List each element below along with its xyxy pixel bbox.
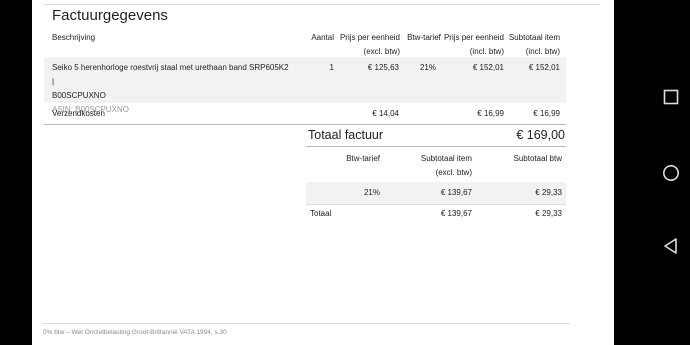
total-divider bbox=[306, 146, 566, 147]
vat-summary-divider bbox=[306, 204, 566, 205]
home-circle-icon[interactable] bbox=[662, 164, 680, 182]
vat-summary-header-rate: Btw-tarief bbox=[346, 154, 380, 163]
vat-summary-header-subtotal-excl: Subtotaal item (excl. btw) bbox=[420, 154, 472, 177]
vat-summary-total-excl: € 139,67 bbox=[440, 209, 472, 218]
item-quantity: 1 bbox=[329, 63, 334, 72]
top-divider bbox=[44, 4, 600, 5]
vat-summary-header-subtotal-vat: Subtotaal btw bbox=[513, 154, 562, 163]
invoice-total-value: € 169,00 bbox=[516, 128, 565, 142]
invoice-total-label: Totaal factuur bbox=[308, 128, 384, 142]
shipping-unit-price-incl: € 16,99 bbox=[477, 109, 504, 118]
header-unit-price-excl: Prijs per eenheid (excl. btw) bbox=[339, 33, 400, 56]
table-bottom-divider bbox=[44, 124, 566, 125]
vat-summary-subtotal-vat: € 29,33 bbox=[535, 188, 562, 197]
recents-square-icon[interactable] bbox=[663, 89, 679, 105]
back-triangle-icon[interactable] bbox=[662, 237, 680, 255]
shipping-unit-price-excl: € 14,04 bbox=[372, 109, 399, 118]
item-unit-price-excl: € 125,63 bbox=[367, 63, 399, 72]
header-vat-rate: Btw-tarief bbox=[407, 33, 441, 42]
vat-summary-total-label: Totaal bbox=[310, 209, 332, 218]
header-description: Beschrijving bbox=[52, 33, 96, 42]
android-navigation-bar bbox=[614, 0, 690, 345]
vat-summary-total-vat: € 29,33 bbox=[535, 209, 562, 218]
shipping-subtotal: € 16,99 bbox=[533, 109, 560, 118]
item-unit-price-incl: € 152,01 bbox=[472, 63, 504, 72]
footer-note: 0% btw – Wet Omzetbelasting Groot-Britta… bbox=[43, 329, 227, 336]
section-title: Factuurgegevens bbox=[52, 7, 168, 24]
shipping-label: Verzendkosten bbox=[52, 109, 105, 118]
vat-summary-subtotal-excl: € 139,67 bbox=[440, 188, 472, 197]
footer-divider bbox=[42, 323, 570, 324]
invoice-page: Factuurgegevens Beschrijving Aantal Prij… bbox=[32, 0, 614, 345]
header-quantity: Aantal bbox=[311, 33, 334, 42]
vat-summary-rate: 21% bbox=[363, 188, 380, 197]
header-subtotal: Subtotaal item (incl. btw) bbox=[508, 33, 560, 56]
item-subtotal: € 152,01 bbox=[528, 63, 560, 72]
header-unit-price-incl: Prijs per eenheid (incl. btw) bbox=[443, 33, 504, 56]
